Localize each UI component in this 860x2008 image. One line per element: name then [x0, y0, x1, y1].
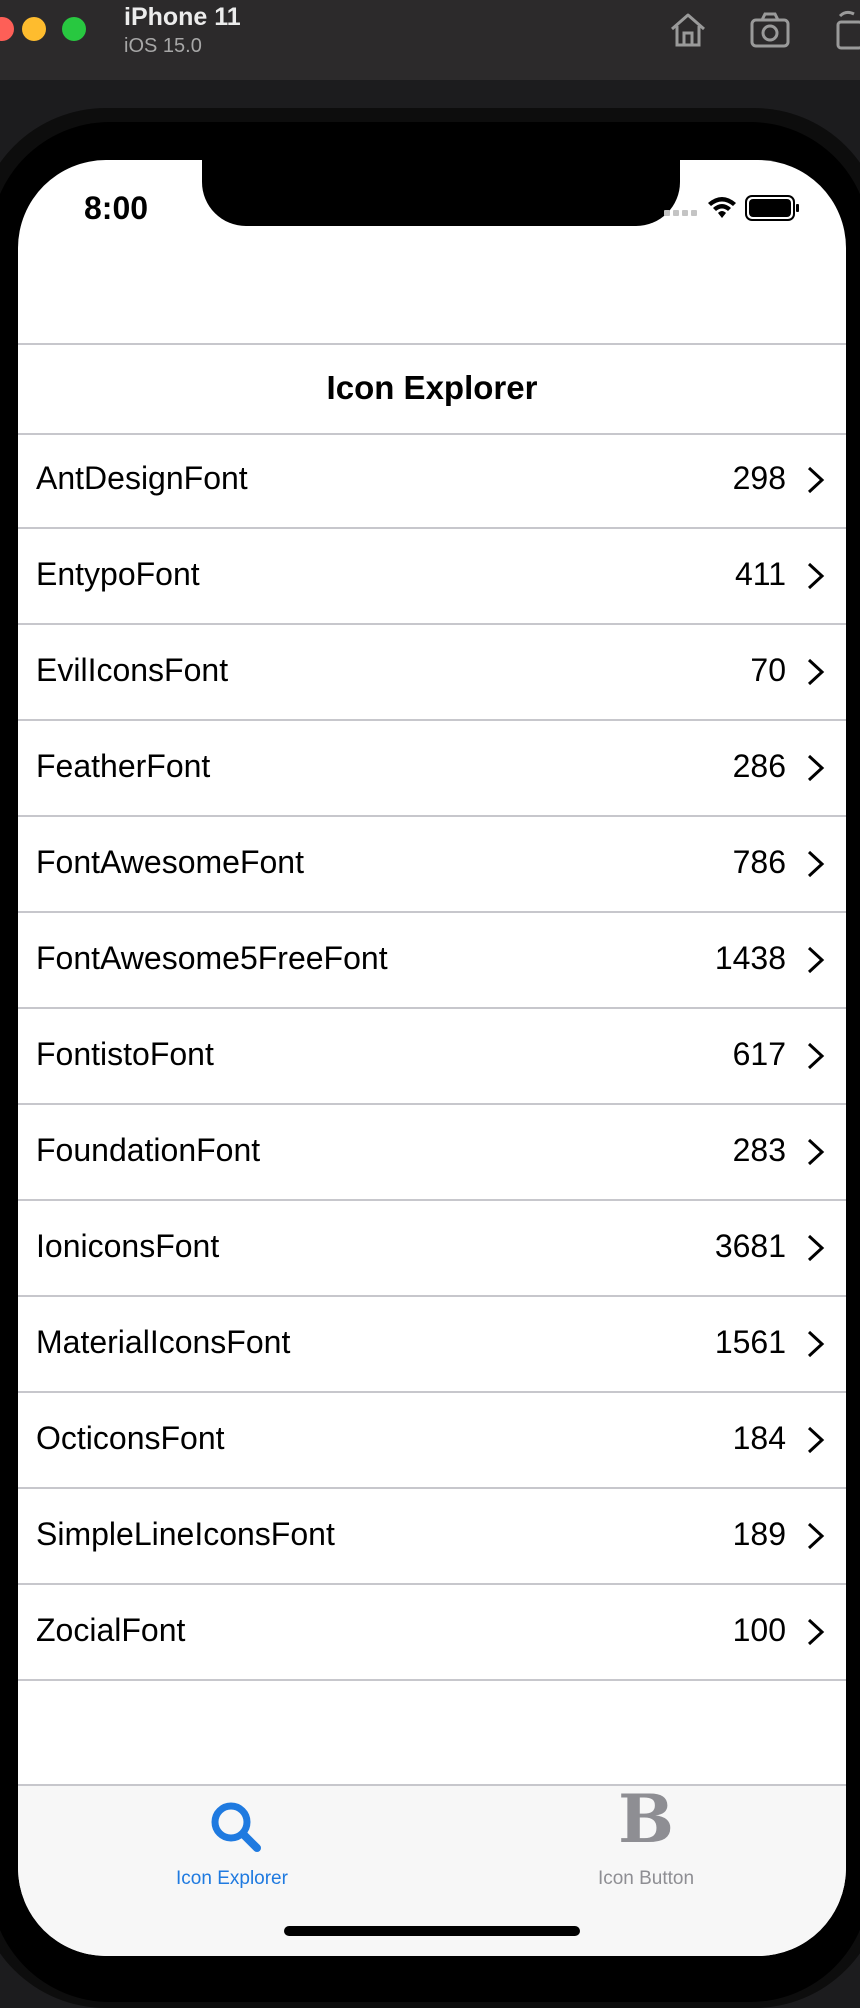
status-time: 8:00 [84, 190, 149, 226]
simulator-title-bar: iPhone 11 iOS 15.0 [0, 0, 860, 80]
simulator-os-version: iOS 15.0 [124, 35, 202, 57]
chevron-right-icon [807, 850, 825, 878]
list-item-count: 286 [732, 748, 786, 784]
list-item-count: 184 [732, 1420, 786, 1456]
page-title: Icon Explorer [326, 369, 538, 406]
list-item-label: FoundationFont [36, 1132, 261, 1168]
list-item-entypofont[interactable]: EntypoFont 411 [18, 529, 846, 625]
rotate-icon[interactable] [830, 8, 860, 52]
tab-label: Icon Explorer [176, 1868, 288, 1889]
tab-label: Icon Button [597, 1868, 695, 1889]
home-icon[interactable] [666, 8, 710, 52]
chevron-right-icon [807, 1234, 825, 1262]
list-item-label: FontAwesome5FreeFont [36, 940, 388, 976]
list-item-featherfont[interactable]: FeatherFont 286 [18, 721, 846, 817]
wifi-icon [708, 197, 736, 218]
zoom-window-button[interactable] [62, 17, 86, 41]
list-item-label: FontAwesomeFont [36, 844, 304, 880]
simulator-device-name: iPhone 11 [124, 3, 241, 31]
list-item-label: FontistoFont [36, 1036, 214, 1072]
list-item-label: ZocialFont [36, 1612, 186, 1648]
battery-icon [745, 195, 799, 221]
device-notch [202, 160, 680, 226]
tab-icon-explorer[interactable]: Icon Explorer [82, 1786, 382, 1896]
list-item-count: 189 [732, 1516, 786, 1552]
list-item-count: 283 [732, 1132, 786, 1168]
list-item-count: 786 [732, 844, 786, 880]
list-item-count: 1561 [714, 1324, 786, 1360]
minimize-window-button[interactable] [22, 17, 46, 41]
font-list: AntDesignFont 298 EntypoFont 411 EvilIco… [18, 433, 846, 1681]
status-icons [664, 194, 814, 224]
camera-icon[interactable] [748, 8, 792, 52]
home-indicator[interactable] [284, 1926, 580, 1936]
chevron-right-icon [807, 1042, 825, 1070]
list-item-simplelineiconsfont[interactable]: SimpleLineIconsFont 189 [18, 1489, 846, 1585]
search-icon [211, 1802, 261, 1852]
list-item-label: MaterialIconsFont [36, 1324, 291, 1360]
device-screen: 8:00 Icon Explorer AntDesignFont 298 Ent… [18, 160, 846, 1956]
list-item-fontawesome5freefont[interactable]: FontAwesome5FreeFont 1438 [18, 913, 846, 1009]
close-window-button[interactable] [0, 17, 14, 41]
signal-icon [664, 210, 697, 216]
list-item-label: EntypoFont [36, 556, 200, 592]
list-item-antdesignfont[interactable]: AntDesignFont 298 [18, 433, 846, 529]
list-item-count: 617 [732, 1036, 786, 1072]
list-item-label: OcticonsFont [36, 1420, 225, 1456]
list-item-count: 3681 [714, 1228, 786, 1264]
chevron-right-icon [807, 1330, 825, 1358]
list-item-label: SimpleLineIconsFont [36, 1516, 335, 1552]
list-item-label: IoniconsFont [36, 1228, 220, 1264]
tab-icon-button[interactable]: B Icon Button [496, 1780, 796, 1896]
list-item-octiconsfont[interactable]: OcticonsFont 184 [18, 1393, 846, 1489]
chevron-right-icon [807, 1426, 825, 1454]
list-item-count: 411 [734, 556, 786, 592]
list-item-fontistofont[interactable]: FontistoFont 617 [18, 1009, 846, 1105]
chevron-right-icon [807, 1522, 825, 1550]
chevron-right-icon [807, 562, 825, 590]
list-item-count: 298 [732, 460, 786, 496]
list-item-count: 70 [750, 652, 786, 688]
list-item-count: 100 [732, 1612, 786, 1648]
list-item-zocialfont[interactable]: ZocialFont 100 [18, 1585, 846, 1681]
chevron-right-icon [807, 1138, 825, 1166]
list-item-label: AntDesignFont [36, 460, 248, 496]
list-item-ioniconsfont[interactable]: IoniconsFont 3681 [18, 1201, 846, 1297]
chevron-right-icon [807, 946, 825, 974]
chevron-right-icon [807, 754, 825, 782]
list-item-materialiconsfont[interactable]: MaterialIconsFont 1561 [18, 1297, 846, 1393]
chevron-right-icon [807, 1618, 825, 1646]
list-item-label: FeatherFont [36, 748, 211, 784]
b-glyph-icon: B [618, 1780, 674, 1858]
list-item-fontawesomefont[interactable]: FontAwesomeFont 786 [18, 817, 846, 913]
chevron-right-icon [807, 658, 825, 686]
navigation-bar: Icon Explorer [18, 343, 846, 435]
list-item-eviliconsfont[interactable]: EvilIconsFont 70 [18, 625, 846, 721]
list-item-foundationfont[interactable]: FoundationFont 283 [18, 1105, 846, 1201]
chevron-right-icon [807, 466, 825, 494]
list-item-label: EvilIconsFont [36, 652, 229, 688]
list-item-count: 1438 [714, 940, 786, 976]
